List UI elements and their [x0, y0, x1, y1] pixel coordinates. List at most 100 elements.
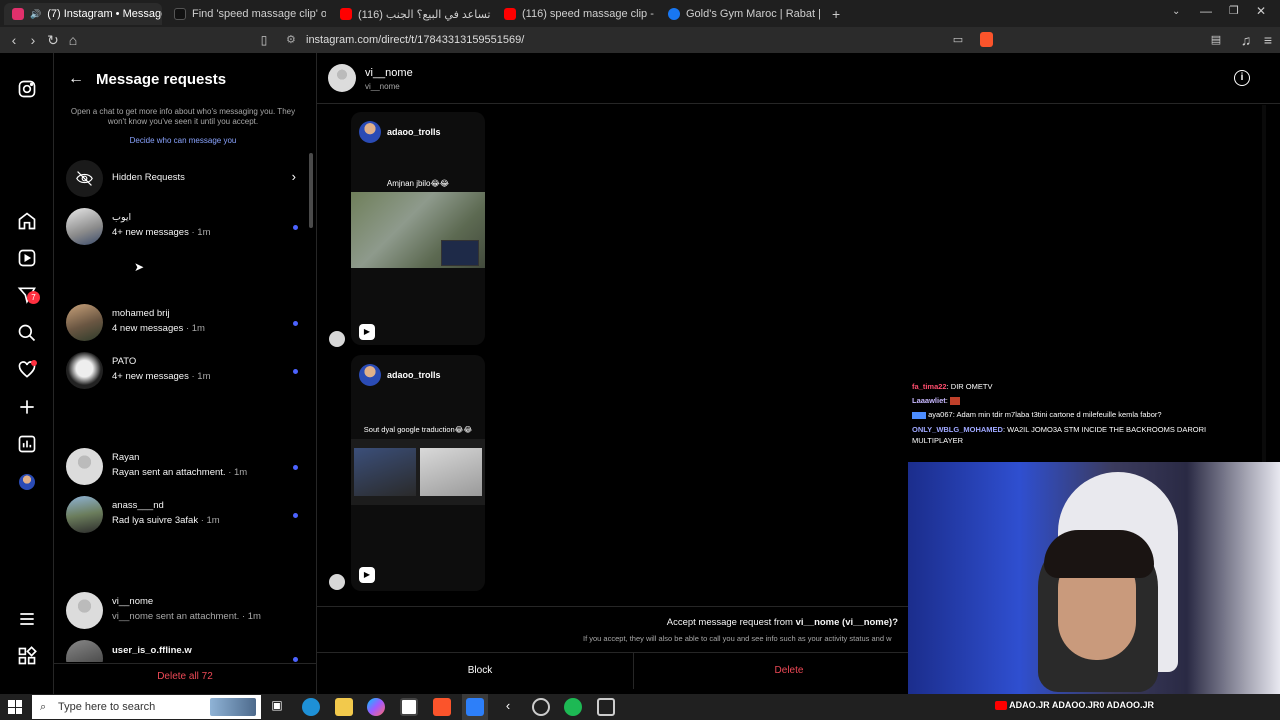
chat-handle: vi__nome [365, 82, 400, 91]
chat-text: : DIR OMETV [946, 382, 993, 391]
start-windows-icon[interactable] [8, 700, 22, 714]
tab-list-chevron-icon[interactable]: ⌄ [1172, 6, 1180, 17]
bookmark-icon[interactable]: ▯ [256, 32, 272, 48]
shared-post-card[interactable]: adaoo_trolls Amjnan jbilo😂😂 [351, 112, 485, 345]
block-button[interactable]: Block [317, 665, 643, 676]
app-window-icon[interactable] [597, 698, 615, 716]
search-icon[interactable] [17, 323, 37, 343]
messages-icon[interactable]: 7 [17, 285, 40, 305]
close-window-icon[interactable]: ✕ [1256, 4, 1266, 18]
tab-youtube[interactable]: (116) speed massage clip - YouTube [496, 3, 656, 25]
request-preview: 4+ new messages [112, 371, 189, 382]
store-icon[interactable] [400, 698, 418, 716]
request-item[interactable]: ايوب 4+ new messages · 1m [66, 208, 306, 248]
profile-avatar[interactable] [17, 472, 37, 492]
tab-title: (7) Instagram • Messages [47, 8, 162, 20]
home-icon[interactable] [17, 211, 37, 231]
request-item[interactable]: Rayan Rayan sent an attachment. · 1m [66, 448, 306, 488]
capcut-icon[interactable]: ‹ [499, 698, 517, 716]
request-item-selected[interactable]: vi__nome vi__nome sent an attachment. · … [66, 592, 306, 632]
address-bar[interactable]: ⚙ instagram.com/direct/t/178433131595515… [282, 31, 1002, 49]
post-thumbnail [351, 439, 485, 505]
request-item[interactable]: mohamed brij 4 new messages · 1m [66, 304, 306, 344]
file-explorer-icon[interactable] [335, 698, 353, 716]
media-icon[interactable]: ♫ [1238, 32, 1254, 48]
request-time: · 1m [191, 227, 211, 238]
minimize-icon[interactable]: — [1200, 4, 1212, 18]
tab-instagram[interactable]: 🔊 (7) Instagram • Messages ✕ [4, 3, 162, 25]
delete-button[interactable]: Delete [634, 665, 944, 676]
facecam-inset [441, 240, 479, 266]
back-arrow-icon[interactable]: ← [68, 70, 84, 88]
reels-icon[interactable] [17, 248, 37, 268]
heart-icon[interactable] [17, 360, 37, 380]
create-icon[interactable] [17, 397, 37, 417]
stream-overlay: fa_tima22: DIR OMETV Laaawliet: aya067: … [908, 380, 1280, 694]
request-item[interactable]: user_is_o.ffline.w [66, 640, 306, 662]
tab-tiktok[interactable]: Find 'speed massage clip' on TikTok [166, 3, 326, 25]
also-from-meta-icon[interactable] [17, 646, 37, 666]
restore-icon[interactable]: ❐ [1229, 4, 1239, 17]
chat-user: ONLY_WBLG_MOHAMED [912, 425, 1003, 434]
sidebar-icon[interactable]: ▤ [1208, 32, 1224, 48]
post-caption: Amjnan jbilo😂😂 [386, 179, 450, 188]
hidden-requests-row[interactable]: Hidden Requests › [66, 160, 302, 197]
dashboard-icon[interactable] [17, 434, 37, 454]
decide-who-link[interactable]: Decide who can message you [68, 136, 298, 145]
account-name: adaoo_trolls [387, 370, 441, 380]
chat-avatar[interactable] [328, 64, 356, 92]
browser-nav-bar: ‹ › ↻ ⌂ ▯ ⚙ instagram.com/direct/t/17843… [0, 27, 1280, 53]
copilot-icon[interactable] [367, 698, 385, 716]
instagram-logo-icon[interactable] [17, 79, 37, 99]
edge-icon[interactable] [302, 698, 320, 716]
chat-name[interactable]: vi__nome [365, 67, 413, 79]
brave-shield-icon[interactable] [980, 32, 993, 47]
site-info-icon[interactable]: ⚙ [286, 31, 296, 49]
brave-icon[interactable] [433, 698, 451, 716]
delete-all-button[interactable]: Delete all 72 [54, 664, 316, 682]
instagram-nav-rail: 7 [0, 53, 54, 694]
forward-icon[interactable]: › [25, 32, 41, 48]
request-time: · 1m [185, 323, 205, 334]
stream-footer-overlay: ADAO.JR ADAOO.JR0 ADAOO.JR [995, 700, 1280, 714]
search-placeholder: Type here to search [58, 701, 156, 713]
chat-header: vi__nome vi__nome i [317, 53, 1280, 104]
request-preview: 4 new messages [112, 323, 184, 334]
chat-user: aya067 [928, 410, 953, 419]
request-preview: 4+ new messages [112, 227, 189, 238]
taskbar-search[interactable]: ⌕ Type here to search [32, 695, 261, 719]
reload-icon[interactable]: ↻ [45, 32, 61, 48]
request-item[interactable]: anass___nd Rad lya suivre 3afak · 1m [66, 496, 306, 536]
info-icon[interactable]: i [1234, 70, 1250, 86]
request-name: mohamed brij [112, 308, 170, 319]
app-icon[interactable] [466, 698, 484, 716]
obs-icon[interactable] [532, 698, 550, 716]
scrollbar[interactable] [309, 153, 313, 228]
shared-post-card[interactable]: adaoo_trolls Sout dyal google traduction… [351, 355, 485, 591]
stream-footer-text: ADAO.JR ADAOO.JR0 ADAOO.JR [1009, 700, 1155, 710]
cast-icon[interactable]: ▭ [950, 32, 966, 48]
stream-chat-line: Laaawliet: [912, 394, 1212, 408]
chat-user: Laaawliet [912, 396, 946, 405]
emote-icon [949, 397, 960, 406]
new-tab-button[interactable]: + [824, 3, 844, 25]
request-time: · 1m [200, 515, 220, 526]
more-menu-icon[interactable] [17, 609, 37, 629]
hidden-eye-icon [66, 160, 103, 197]
avatar [66, 496, 103, 533]
home-icon[interactable]: ⌂ [65, 32, 81, 48]
tab-youtube-arabic[interactable]: (116) هل الشهرة تساعد في البيع؟ الجنب [332, 3, 492, 25]
back-icon[interactable]: ‹ [6, 32, 22, 48]
avatar [66, 304, 103, 341]
message-requests-panel: ← Message requests Open a chat to get mo… [54, 53, 317, 694]
mouse-cursor-icon: ➤ [134, 260, 145, 274]
request-preview: Rayan sent an attachment. [112, 467, 226, 478]
page-title: Message requests [96, 71, 227, 88]
request-item[interactable]: PATO 4+ new messages · 1m [66, 352, 306, 392]
tab-facebook[interactable]: Gold's Gym Maroc | Rabat | Facebook [660, 3, 824, 25]
tab-title: (116) هل الشهرة تساعد في البيع؟ الجنب [358, 8, 492, 21]
chat-user: fa_tima22 [912, 382, 947, 391]
task-view-icon[interactable]: ▣ [268, 698, 286, 716]
menu-icon[interactable]: ≡ [1260, 32, 1276, 48]
spotify-icon[interactable] [564, 698, 582, 716]
